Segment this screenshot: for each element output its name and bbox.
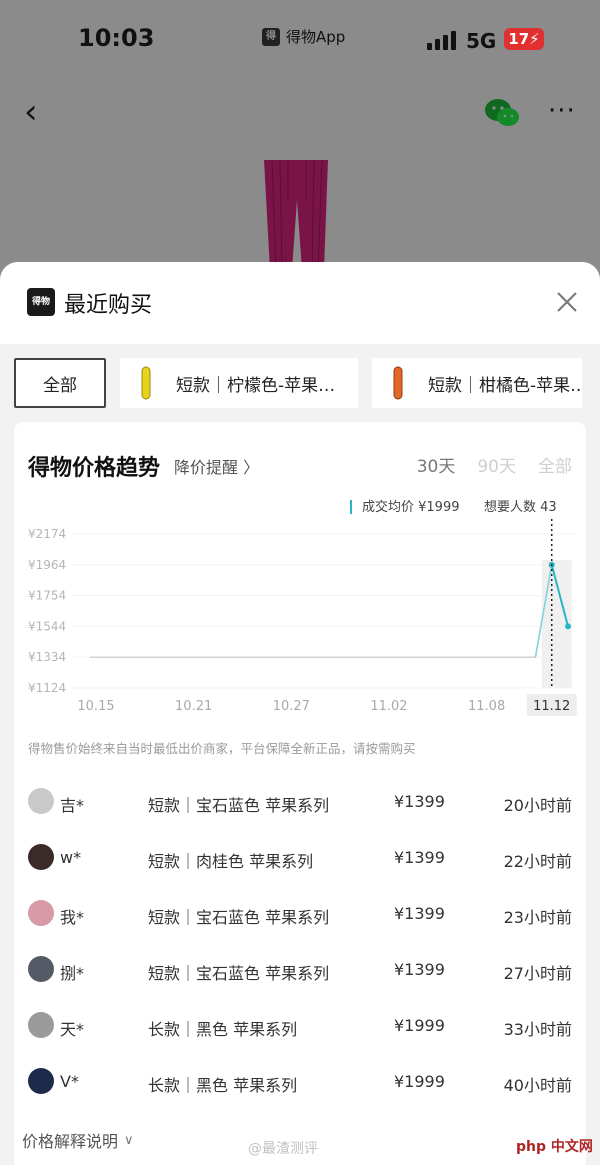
purchase-variant: 长款｜黑色 苹果系列 [148,1020,298,1039]
x-tick-label: 10.21 [175,699,212,714]
back-arrow-icon[interactable]: ‹ [24,92,54,132]
battery-level: 17 [508,30,530,48]
buyer-name: w* [60,848,82,867]
app-logo-icon: 得物 [262,27,280,60]
recent-purchases-sheet: 得物 最近购买 全部 短款｜柠檬色-苹果… 短款｜柑橘色-苹果… 得物价格趋势 … [0,262,600,1165]
purchase-row: V* 长款｜黑色 苹果系列 ¥1999 40小时前 [14,1054,586,1110]
buyer-name: 天* [60,1020,85,1039]
tab-90-days[interactable]: 90天 [477,452,516,477]
purchase-price: ¥1999 [394,1072,445,1091]
y-tick-label: ¥1334 [28,650,66,664]
price-explain-link[interactable]: 价格解释说明 ∨ [22,1128,134,1152]
x-tick-label: 11.02 [370,699,407,714]
y-tick-label: ¥1544 [28,619,66,633]
status-bar: 10:03 得物 得物App 5G 17⚡ [0,0,600,80]
filter-label: 短款｜柠檬色-苹果… [176,375,336,396]
purchase-price: ¥1399 [394,792,445,811]
price-disclaimer: 得物售价始终来自当时最低出价商家，平台保障全新正品，请按需购买 [28,741,416,756]
buyer-name: V* [60,1072,79,1091]
purchase-time: 40小时前 [503,1076,572,1095]
purchase-price: ¥1399 [394,904,445,923]
y-tick-label: ¥1124 [28,681,66,695]
tab-30-days[interactable]: 30天 [417,452,456,477]
filter-variant-orange[interactable]: 短款｜柑橘色-苹果… [372,358,582,408]
purchase-time: 20小时前 [503,796,572,815]
price-trend-title: 得物价格趋势 [28,456,161,481]
tab-all[interactable]: 全部 [538,452,572,477]
series-line-base [90,564,569,658]
variant-thumbnail [141,366,151,400]
tooltip-accent [350,500,352,514]
tooltip-want-count: 想要人数 43 [484,499,557,515]
signal-icon [427,30,456,50]
status-time: 10:03 [78,24,155,52]
purchase-variant: 短款｜宝石蓝色 苹果系列 [148,796,330,815]
purchase-list: 吉* 短款｜宝石蓝色 苹果系列 ¥1399 20小时前 w* 短款｜肉桂色 苹果系列 ¥13… [14,774,586,1110]
purchase-variant: 短款｜肉桂色 苹果系列 [148,852,314,871]
buyer-name: 我* [60,908,85,927]
y-tick-label: ¥1964 [28,558,66,572]
purchase-price: ¥1999 [394,1016,445,1035]
buyer-avatar [28,1012,54,1038]
buyer-avatar [28,844,54,870]
x-tick-label: 11.08 [468,699,505,714]
purchase-variant: 短款｜宝石蓝色 苹果系列 [148,964,330,983]
purchase-time: 22小时前 [503,852,572,871]
watermark: @最渣测评 [248,1141,318,1157]
buyer-name: 吉* [60,796,85,815]
filter-label: 短款｜柑橘色-苹果… [428,375,582,396]
x-tick-label: 10.27 [273,699,310,714]
variant-thumbnail [393,366,403,400]
data-point [565,623,571,630]
buyer-avatar [28,788,54,814]
filter-variant-lemon[interactable]: 短款｜柠檬色-苹果… [120,358,358,408]
price-trend-card: 得物价格趋势 降价提醒 〉 30天 90天 全部 ¥2174 ¥1964 ¥1754… [14,422,586,1165]
purchase-time: 33小时前 [503,1020,572,1039]
x-tick-label: 11.12 [533,699,570,714]
buyer-avatar [28,1068,54,1094]
filter-label: 全部 [43,375,77,396]
purchase-time: 27小时前 [503,964,572,983]
variant-filter-bar: 全部 短款｜柠檬色-苹果… 短款｜柑橘色-苹果… [0,358,600,410]
purchase-row: w* 短款｜肉桂色 苹果系列 ¥1399 22小时前 [14,830,586,886]
x-tick-label: 10.15 [77,699,114,714]
battery-icon: 17⚡ [504,28,544,50]
price-explain-label: 价格解释说明 [22,1132,119,1151]
app-name: 得物App [286,28,346,46]
y-tick-label: ¥2174 [28,527,66,541]
purchase-variant: 长款｜黑色 苹果系列 [148,1076,298,1095]
sheet-header: 得物 最近购买 [0,262,600,344]
chevron-down-icon: ∨ [124,1132,134,1148]
filter-all[interactable]: 全部 [14,358,106,408]
purchase-price: ¥1399 [394,960,445,979]
range-tabs: 30天 90天 全部 [417,452,572,477]
purchase-time: 23小时前 [503,908,572,927]
purchase-row: 我* 短款｜宝石蓝色 苹果系列 ¥1399 23小时前 [14,886,586,942]
close-icon[interactable] [553,288,581,316]
wechat-icon[interactable] [484,98,520,128]
purchase-variant: 短款｜宝石蓝色 苹果系列 [148,908,330,927]
price-alert-link[interactable]: 降价提醒 〉 [174,454,259,478]
purchase-row: 天* 长款｜黑色 苹果系列 ¥1999 33小时前 [14,998,586,1054]
buyer-avatar [28,956,54,982]
price-trend-chart[interactable]: ¥2174 ¥1964 ¥1754 ¥1544 ¥1334 ¥1124 10.15 10.21… [14,496,586,716]
buyer-avatar [28,900,54,926]
more-icon[interactable]: ··· [548,96,576,126]
product-image [264,160,328,270]
network-label: 5G [466,29,497,53]
app-badge: 得物 得物App [262,26,346,60]
site-logo: php 中文网 [516,1139,593,1155]
app-logo-icon: 得物 [27,288,55,316]
purchase-row: 捌* 短款｜宝石蓝色 苹果系列 ¥1399 27小时前 [14,942,586,998]
tooltip-avg-price: 成交均价 ¥1999 [362,499,460,515]
y-tick-label: ¥1754 [28,589,66,603]
buyer-name: 捌* [60,964,85,983]
sheet-title: 最近购买 [64,293,153,318]
purchase-price: ¥1399 [394,848,445,867]
purchase-row: 吉* 短款｜宝石蓝色 苹果系列 ¥1399 20小时前 [14,774,586,830]
